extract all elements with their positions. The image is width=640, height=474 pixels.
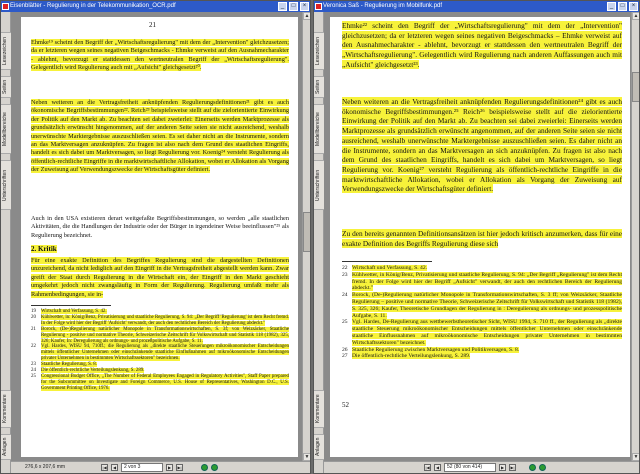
footnote-text: Kühlwetter, in König/Benz, Privatisierun… [352, 271, 622, 292]
right-vertical-scrollbar[interactable]: ▲ ▼ [631, 12, 639, 461]
footnote-number: 26 [342, 346, 348, 353]
left-titlebar[interactable]: Eisenblätter - Regulierung in der Teleko… [1, 1, 310, 12]
tab-unterschriften[interactable]: Unterschriften [314, 160, 324, 210]
right-side-tabs: Lesezeichen Seiten Modellbereiche Unters… [314, 12, 324, 473]
footnote-item: 21 Borock, (De-)Regulierung natürlicher M… [31, 326, 289, 345]
left-window-title: Eisenblätter - Regulierung in der Teleko… [10, 3, 176, 9]
footnote-number: 20 [31, 314, 36, 320]
footnote-rule [342, 261, 432, 262]
tab-anlagen[interactable]: Anlagen [1, 434, 11, 460]
prev-page-icon[interactable]: ◀ [434, 464, 441, 471]
close-button[interactable]: × [300, 2, 309, 11]
maximize-button[interactable]: □ [618, 2, 627, 11]
tab-anlagen[interactable]: Anlagen [314, 434, 324, 460]
left-pdf-page: 21 Ehmke¹⁹ scheint den Begriff der „Wirt… [21, 17, 298, 457]
tab-lesezeichen[interactable]: Lesezeichen [314, 32, 324, 70]
scroll-up-icon[interactable]: ▲ [303, 12, 310, 20]
tab-modellbereiche[interactable]: Modellbereiche [1, 104, 11, 154]
footnote-item: 23 Kühlwetter, in König/Benz, Privatisier… [342, 271, 622, 292]
left-side-tabs: Lesezeichen Seiten Modellbereiche Unters… [1, 12, 11, 473]
tab-kommentare[interactable]: Kommentare [1, 390, 11, 428]
pdf-app-icon [315, 3, 322, 10]
right-pdf-window: Veronica Saß - Regulierung im Mobilfunk.… [313, 0, 640, 474]
pdf-app-icon [2, 3, 9, 10]
footnote-item: 24 Borock, (De-)Regulierung natürlicher M… [342, 292, 622, 319]
scroll-thumb[interactable] [303, 212, 310, 252]
paragraph-kritik: Für eine exakte Definition des Begriffes… [31, 257, 289, 298]
footnote-text: Die öffentlich-rechtliche Verteilungslen… [352, 353, 471, 360]
left-vertical-scrollbar[interactable]: ▲ ▼ [302, 12, 310, 461]
left-status-bar: 276,6 x 207,6 mm |◀ ◀ 2 von 3 ▶ ▶| [11, 461, 310, 473]
right-titlebar[interactable]: Veronica Saß - Regulierung im Mobilfunk.… [314, 1, 639, 12]
minimize-button[interactable]: _ [607, 2, 616, 11]
footnotes: 22 Wirtschaft und Verfassung, S. 42. 23 Küh… [342, 265, 622, 360]
page-dimensions: 276,6 x 207,6 mm [25, 464, 66, 470]
tab-seiten[interactable]: Seiten [314, 76, 324, 98]
first-page-icon[interactable]: |◀ [101, 464, 108, 471]
page-field[interactable]: 52 (80 von 414) [444, 463, 496, 472]
page-bottom-number: 52 [342, 401, 349, 409]
paragraph-definitions: Neben weiteren an die Vertragsfreiheit a… [31, 99, 289, 174]
footnote-number: 27 [342, 353, 348, 360]
tab-kommentare[interactable]: Kommentare [314, 390, 324, 428]
right-window-title: Veronica Saß - Regulierung im Mobilfunk.… [323, 3, 443, 9]
footnote-item: 22 Wirtschaft und Verfassung, S. 42. [342, 265, 622, 272]
footnote-item: 22 Vgl. Hardes, WISU 94, 710ff.; die Regu… [31, 344, 289, 362]
close-button[interactable]: × [629, 2, 638, 11]
first-page-icon[interactable]: |◀ [424, 464, 431, 471]
minimize-button[interactable]: _ [278, 2, 287, 11]
footnote-rule [31, 305, 111, 306]
prev-page-icon[interactable]: ◀ [111, 464, 118, 471]
section-heading: 2. Kritik [31, 245, 57, 253]
tab-modellbereiche[interactable]: Modellbereiche [314, 104, 324, 154]
footnote-number: 25 [31, 373, 36, 379]
scroll-down-icon[interactable]: ▼ [632, 453, 639, 461]
footnote-number: 23 [342, 271, 348, 278]
scroll-up-icon[interactable]: ▲ [632, 12, 639, 20]
footnote-item: 27 Die öffentlich-rechtliche Verteilungsl… [342, 353, 622, 360]
footnote-number: 24 [342, 292, 348, 299]
footnote-number: 22 [31, 344, 36, 350]
paragraph-ehmke: Ehmke²² scheint den Begriff der „Wirtsch… [342, 21, 622, 69]
footnote-text: Borock, (De-)Regulierung natürlicher Mon… [41, 326, 289, 344]
go-back-icon[interactable] [201, 464, 208, 471]
left-pdf-window: Eisenblätter - Regulierung in der Teleko… [0, 0, 311, 474]
tab-lesezeichen[interactable]: Lesezeichen [1, 32, 11, 70]
footnote-item: 25 Vgl. Hardes, De-Regulierung aus wettbe… [342, 319, 622, 346]
footnote-number: 22 [342, 265, 348, 271]
paragraph-ehmke: Ehmke¹⁹ scheint den Begriff der „Wirtsch… [31, 39, 289, 72]
footnote-number: 25 [342, 319, 348, 326]
footnotes: 19 Wirtschaft und Verfassung, S. 42. 20 Küh… [31, 309, 289, 392]
last-page-icon[interactable]: ▶| [176, 464, 183, 471]
maximize-button[interactable]: □ [289, 2, 298, 11]
scroll-down-icon[interactable]: ▼ [303, 453, 310, 461]
go-back-icon[interactable] [529, 464, 536, 471]
paragraph-usa: Auch in den USA existieren derart weitge… [31, 215, 289, 239]
tab-unterschriften[interactable]: Unterschriften [1, 160, 11, 210]
last-page-icon[interactable]: ▶| [509, 464, 516, 471]
go-forward-icon[interactable] [211, 464, 218, 471]
paragraph-definitions: Neben weiteren an die Vertragsfreiheit a… [342, 97, 622, 194]
page-field[interactable]: 2 von 3 [121, 463, 163, 472]
scroll-thumb[interactable] [632, 72, 639, 102]
footnote-item: 25 Congressional Budget Office, „The Numb… [31, 373, 289, 392]
footnote-text: Wirtschaft und Verfassung, S. 42. [352, 265, 428, 271]
footnote-text: Vgl. Hardes, De-Regulierung aus wettbewe… [352, 319, 622, 346]
footnote-text: Congressional Budget Office, „The Number… [41, 373, 289, 391]
paragraph-critique: Zu den bereits genannten Definitionsansä… [342, 229, 622, 248]
footnote-number: 21 [31, 326, 36, 332]
footnote-text: Vgl. Hardes, WISU 94, 710ff.; die Reguli… [41, 344, 289, 362]
footnote-text: Borock, (De-)Regulierung natürlicher Mon… [352, 292, 622, 319]
next-page-icon[interactable]: ▶ [499, 464, 506, 471]
go-forward-icon[interactable] [539, 464, 546, 471]
page-number: 21 [149, 21, 156, 29]
footnote-text: Kühlwetter, in: König/Benz, Privatisieru… [41, 314, 289, 326]
tab-seiten[interactable]: Seiten [1, 76, 11, 98]
right-status-bar: |◀ ◀ 52 (80 von 414) ▶ ▶| [324, 461, 639, 473]
next-page-icon[interactable]: ▶ [166, 464, 173, 471]
footnote-item: 20 Kühlwetter, in: König/Benz, Privatisie… [31, 314, 289, 327]
right-pdf-page: Ehmke²² scheint den Begriff der „Wirtsch… [330, 17, 630, 457]
